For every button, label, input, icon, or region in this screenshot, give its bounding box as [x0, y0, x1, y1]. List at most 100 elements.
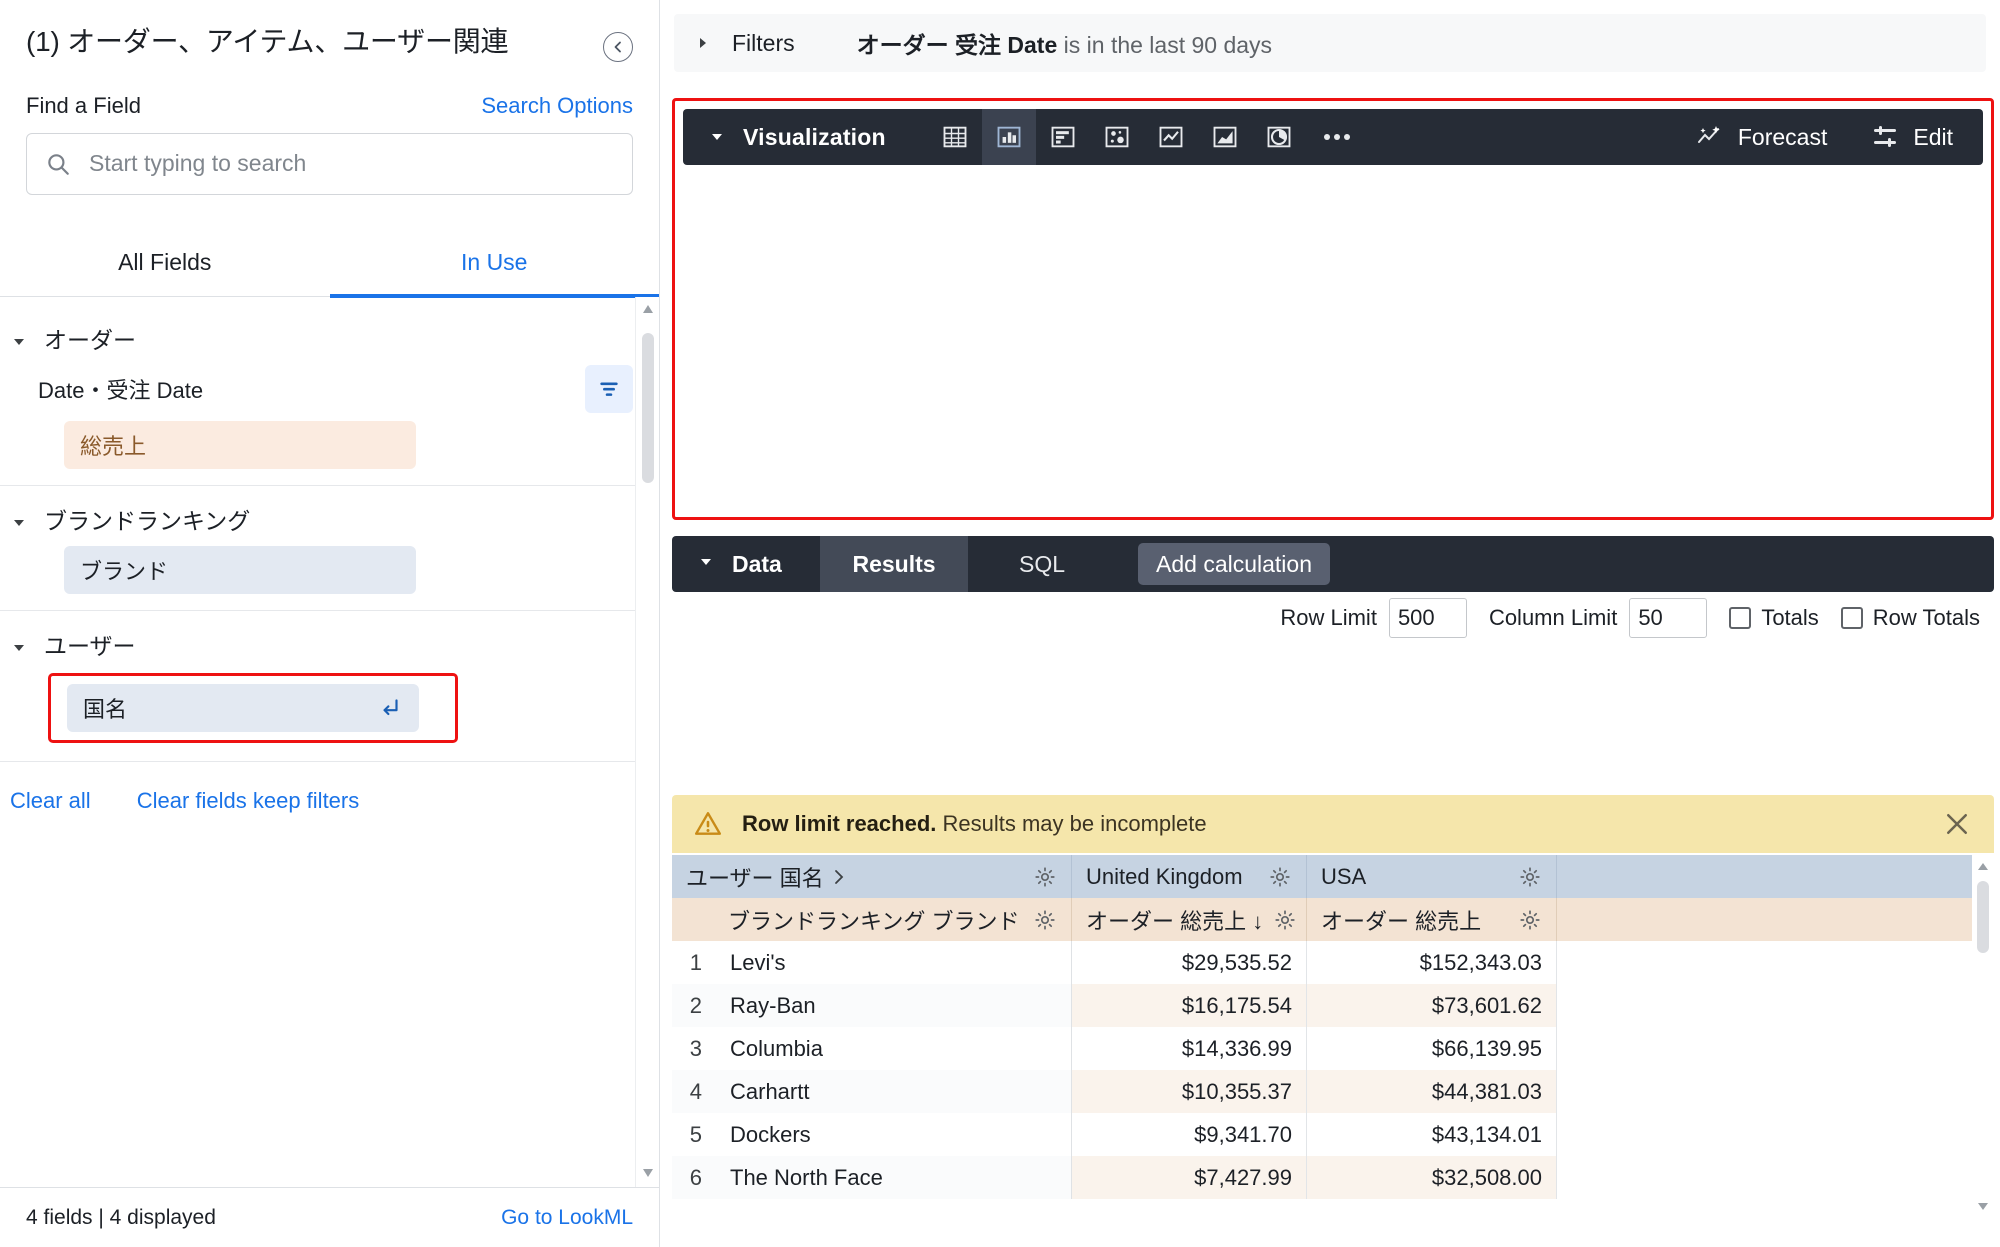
table-row[interactable]: 5 Dockers $9,341.70 $43,134.01 — [672, 1113, 1994, 1156]
tab-all-fields[interactable]: All Fields — [0, 235, 330, 296]
data-label: Data — [732, 550, 782, 577]
tab-sql[interactable]: SQL — [968, 536, 1116, 592]
row-value-uk[interactable]: $29,535.52 — [1072, 941, 1307, 984]
row-value-usa[interactable]: $44,381.03 — [1307, 1070, 1557, 1113]
row-limit-label: Row Limit — [1280, 605, 1377, 630]
row-value-uk[interactable]: $7,427.99 — [1072, 1156, 1307, 1199]
table-row[interactable]: 6 The North Face $7,427.99 $32,508.00 — [672, 1156, 1994, 1199]
caret-down-icon[interactable] — [709, 129, 725, 145]
dimension-header-cell[interactable]: ブランドランキング ブランド — [672, 898, 1072, 941]
table-scrollbar[interactable] — [1972, 855, 1994, 1217]
chevron-left-circle-icon[interactable] — [603, 32, 633, 62]
column-limit-input[interactable] — [1629, 598, 1708, 638]
add-calculation-button[interactable]: Add calculation — [1138, 543, 1330, 585]
caret-right-icon[interactable] — [696, 36, 710, 50]
row-value-uk[interactable]: $16,175.54 — [1072, 984, 1307, 1027]
field-search-box[interactable] — [26, 132, 633, 195]
scroll-down-icon[interactable] — [1972, 1195, 1994, 1217]
search-input[interactable] — [87, 149, 614, 179]
scrollbar-thumb[interactable] — [642, 332, 654, 483]
pivot-column-header-uk[interactable]: United Kingdom — [1072, 855, 1307, 898]
table-row[interactable]: 4 Carhartt $10,355.37 $44,381.03 — [672, 1070, 1994, 1113]
gear-icon[interactable] — [1258, 865, 1292, 889]
close-icon[interactable] — [1942, 809, 1972, 839]
row-number: 1 — [689, 949, 702, 975]
row-dimension-cell[interactable]: 3 Columbia — [672, 1027, 1072, 1070]
scroll-down-icon[interactable] — [636, 1161, 659, 1185]
forecast-button[interactable]: Forecast — [1696, 124, 1827, 151]
checkbox-box[interactable] — [1729, 607, 1752, 629]
filters-bar[interactable]: Filters オーダー 受注 Date is in the last 90 d… — [674, 14, 1986, 72]
scroll-up-icon[interactable] — [636, 297, 659, 321]
edit-label: Edit — [1913, 123, 1953, 150]
row-value-usa[interactable]: $73,601.62 — [1307, 984, 1557, 1027]
go-to-lookml-link[interactable]: Go to LookML — [501, 1206, 633, 1230]
measure-header-cell-uk[interactable]: オーダー 総売上 ↓ — [1072, 898, 1307, 941]
row-number: 5 — [689, 1121, 702, 1147]
line-chart-icon[interactable] — [1144, 109, 1198, 165]
search-options-link[interactable]: Search Options — [481, 93, 633, 119]
scrollbar-thumb[interactable] — [1977, 881, 1989, 953]
field-chip-brand[interactable]: ブランド — [64, 545, 416, 594]
row-value-uk[interactable]: $9,341.70 — [1072, 1113, 1307, 1156]
field-group-header[interactable]: ユーザー — [0, 611, 659, 667]
scroll-up-icon[interactable] — [1972, 855, 1994, 877]
table-row[interactable]: 3 Columbia $14,336.99 $66,139.95 — [672, 1027, 1994, 1070]
pivot-enter-icon[interactable] — [377, 695, 403, 721]
caret-down-icon[interactable] — [698, 552, 714, 576]
row-value-usa[interactable]: $152,343.03 — [1307, 941, 1557, 984]
row-value-usa[interactable]: $66,139.95 — [1307, 1027, 1557, 1070]
table-chart-icon[interactable] — [928, 109, 982, 165]
filter-icon[interactable] — [585, 364, 633, 413]
row-value-uk[interactable]: $14,336.99 — [1072, 1027, 1307, 1070]
field-chip-total-sales[interactable]: 総売上 — [64, 420, 416, 469]
measure-header-cell-usa[interactable]: オーダー 総売上 — [1307, 898, 1557, 941]
row-limit-input[interactable] — [1388, 598, 1467, 638]
pivot-column-header-usa[interactable]: USA — [1307, 855, 1557, 898]
visualization-label: Visualization — [743, 123, 886, 150]
sidebar-scrollbar[interactable] — [635, 296, 659, 1247]
measure-header-label: オーダー 総売上 ↓ — [1086, 908, 1264, 934]
warning-triangle-icon — [694, 811, 722, 837]
area-chart-icon[interactable] — [1198, 109, 1252, 165]
pivot-header-dimension-cell[interactable]: ユーザー 国名 — [672, 855, 1072, 898]
totals-checkbox[interactable]: Totals — [1729, 605, 1819, 631]
field-row-date[interactable]: Date・受注 Date — [0, 361, 659, 417]
row-dimension-cell[interactable]: 2 Ray-Ban — [672, 984, 1072, 1027]
explore-page: (1) オーダー、アイテム、ユーザー関連 Find a Field Search… — [0, 0, 2000, 1247]
checkbox-box[interactable] — [1840, 607, 1863, 629]
gear-icon[interactable] — [1263, 908, 1297, 932]
row-value-uk[interactable]: $10,355.37 — [1072, 1070, 1307, 1113]
table-measure-header-row: ブランドランキング ブランド オーダー 総売上 ↓ オーダー 総売上 — [672, 898, 1994, 941]
table-row[interactable]: 1 Levi's $29,535.52 $152,343.03 — [672, 941, 1994, 984]
chevron-right-icon[interactable] — [832, 869, 846, 885]
row-limit-warning-banner: Row limit reached. Results may be incomp… — [672, 795, 1994, 853]
clear-fields-keep-filters-link[interactable]: Clear fields keep filters — [137, 788, 360, 814]
tab-results[interactable]: Results — [820, 536, 968, 592]
gear-icon[interactable] — [1508, 908, 1542, 932]
more-options-icon[interactable] — [1306, 109, 1368, 165]
bar-chart-icon[interactable] — [1036, 109, 1090, 165]
field-group-header[interactable]: ブランドランキング — [0, 486, 659, 542]
row-dimension-cell[interactable]: 5 Dockers — [672, 1113, 1072, 1156]
row-value-usa[interactable]: $43,134.01 — [1307, 1113, 1557, 1156]
column-chart-icon[interactable] — [981, 109, 1036, 165]
tab-in-use[interactable]: In Use — [329, 235, 660, 298]
row-dimension-cell[interactable]: 4 Carhartt — [672, 1070, 1072, 1113]
field-chip-country-name[interactable]: 国名 — [67, 683, 419, 732]
row-value-usa[interactable]: $32,508.00 — [1307, 1156, 1557, 1199]
gear-icon[interactable] — [1023, 908, 1057, 932]
table-row[interactable]: 2 Ray-Ban $16,175.54 $73,601.62 — [672, 984, 1994, 1027]
gear-icon[interactable] — [1023, 865, 1057, 889]
scatter-chart-icon[interactable] — [1090, 109, 1144, 165]
row-dimension-cell[interactable]: 6 The North Face — [672, 1156, 1072, 1199]
field-group-header[interactable]: オーダー — [0, 305, 659, 361]
edit-visualization-button[interactable]: Edit — [1871, 124, 1953, 151]
warning-rest-text: Results may be incomplete — [936, 811, 1207, 836]
pie-chart-icon[interactable] — [1252, 109, 1306, 165]
row-dimension-cell[interactable]: 1 Levi's — [672, 941, 1072, 984]
filter-expression[interactable]: オーダー 受注 Date is in the last 90 days — [857, 26, 1272, 60]
gear-icon[interactable] — [1508, 865, 1542, 889]
row-totals-checkbox[interactable]: Row Totals — [1840, 605, 1980, 631]
clear-all-link[interactable]: Clear all — [10, 788, 91, 814]
